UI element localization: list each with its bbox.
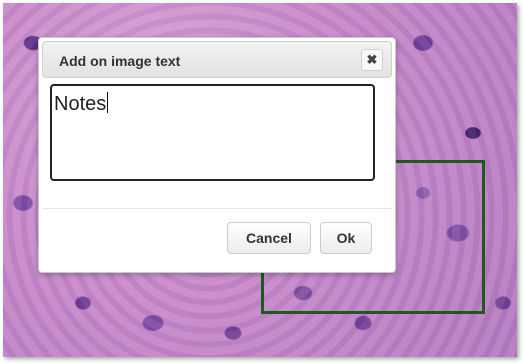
close-button[interactable]: ✖: [361, 49, 383, 71]
text-input[interactable]: Notes: [50, 84, 375, 181]
close-icon: ✖: [366, 52, 378, 67]
image-viewer[interactable]: Add on image text ✖ Notes Cancel Ok: [3, 3, 517, 357]
dialog-title: Add on image text: [59, 53, 181, 69]
add-text-dialog: Add on image text ✖ Notes Cancel Ok: [38, 37, 396, 273]
text-caret: [107, 92, 109, 113]
dialog-divider: [43, 208, 391, 209]
text-input-value: Notes: [54, 93, 107, 115]
cancel-button[interactable]: Cancel: [227, 222, 311, 254]
ok-button[interactable]: Ok: [320, 222, 372, 254]
dialog-header: Add on image text ✖: [42, 41, 392, 78]
